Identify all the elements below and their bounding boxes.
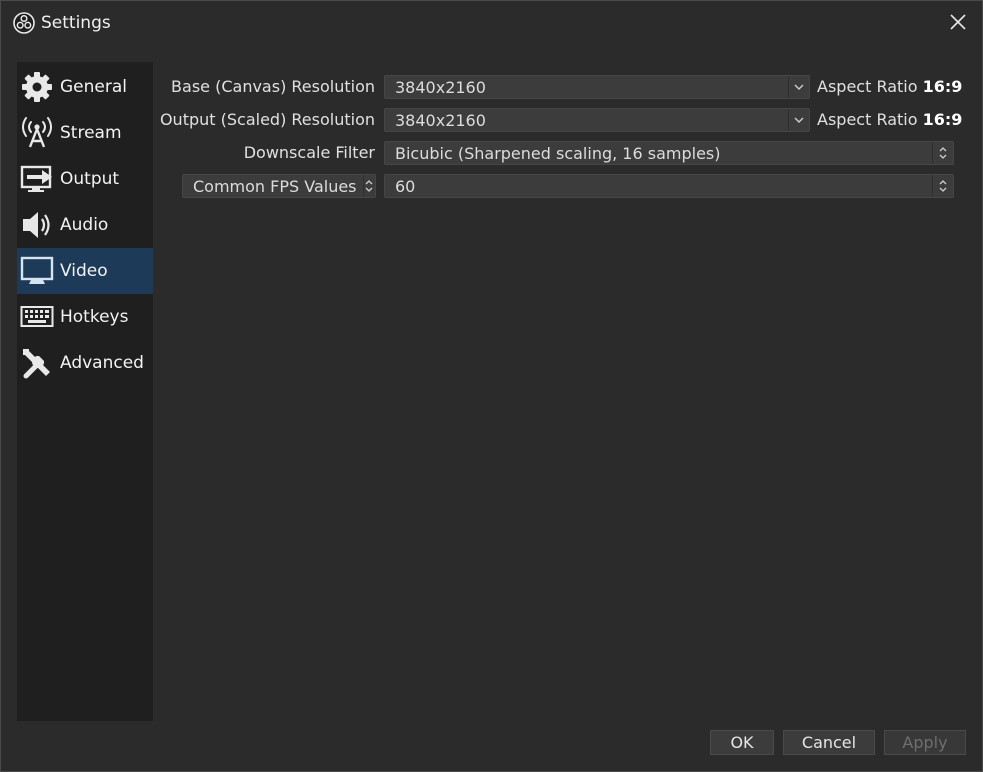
tools-icon (20, 346, 54, 380)
output-resolution-label: Output (Scaled) Resolution (159, 110, 375, 129)
ok-button[interactable]: OK (710, 730, 774, 755)
fps-type-value: Common FPS Values (193, 176, 357, 196)
sidebar-item-output[interactable]: Output (17, 156, 153, 202)
monitor-icon (20, 254, 54, 288)
sidebar-item-label: Hotkeys (60, 307, 129, 327)
video-settings-panel: Base (Canvas) Resolution 3840x2160 Aspec… (159, 62, 963, 721)
settings-sidebar: General Stream Output Audio Video Hotkey… (17, 62, 153, 721)
fps-value: 60 (395, 176, 416, 196)
apply-button[interactable]: Apply (884, 730, 966, 755)
obs-logo-icon (13, 12, 35, 34)
updown-arrows-icon (932, 142, 953, 164)
output-resolution-combo[interactable]: 3840x2160 (384, 108, 810, 132)
sidebar-item-hotkeys[interactable]: Hotkeys (17, 294, 153, 340)
base-resolution-combo[interactable]: 3840x2160 (384, 75, 810, 99)
cancel-button[interactable]: Cancel (783, 730, 875, 755)
sidebar-item-label: Video (60, 261, 108, 281)
chevron-down-icon (788, 109, 809, 131)
output-aspect-ratio: Aspect Ratio 16:9 (817, 110, 963, 129)
sidebar-item-advanced[interactable]: Advanced (17, 340, 153, 386)
sidebar-item-label: Output (60, 169, 120, 189)
output-resolution-value: 3840x2160 (395, 110, 486, 130)
sidebar-item-label: Advanced (60, 353, 144, 373)
close-icon (949, 13, 967, 35)
downscale-filter-value: Bicubic (Sharpened scaling, 16 samples) (395, 143, 721, 163)
downscale-filter-select[interactable]: Bicubic (Sharpened scaling, 16 samples) (384, 141, 954, 165)
gear-icon (20, 70, 54, 104)
base-resolution-label: Base (Canvas) Resolution (171, 77, 375, 96)
title-bar: Settings (1, 1, 982, 46)
sidebar-item-label: Stream (60, 123, 122, 143)
updown-arrows-icon (932, 175, 953, 197)
sidebar-item-audio[interactable]: Audio (17, 202, 153, 248)
sidebar-item-label: Audio (60, 215, 109, 235)
updown-arrows-icon (362, 175, 375, 197)
window-title: Settings (41, 13, 111, 33)
downscale-filter-label: Downscale Filter (243, 143, 375, 162)
keyboard-icon (20, 300, 54, 334)
sidebar-item-label: General (60, 77, 127, 97)
sidebar-item-video[interactable]: Video (17, 248, 153, 294)
output-monitor-icon (20, 162, 54, 196)
fps-type-select[interactable]: Common FPS Values (182, 174, 376, 198)
sidebar-item-general[interactable]: General (17, 64, 153, 110)
base-aspect-ratio: Aspect Ratio 16:9 (817, 77, 963, 96)
sidebar-item-stream[interactable]: Stream (17, 110, 153, 156)
close-button[interactable] (945, 11, 971, 37)
speaker-icon (20, 208, 54, 242)
chevron-down-icon (788, 76, 809, 98)
fps-value-select[interactable]: 60 (384, 174, 954, 198)
settings-window: Settings General Stream Output Audio Vid… (0, 0, 983, 772)
antenna-icon (20, 116, 54, 150)
base-resolution-value: 3840x2160 (395, 77, 486, 97)
